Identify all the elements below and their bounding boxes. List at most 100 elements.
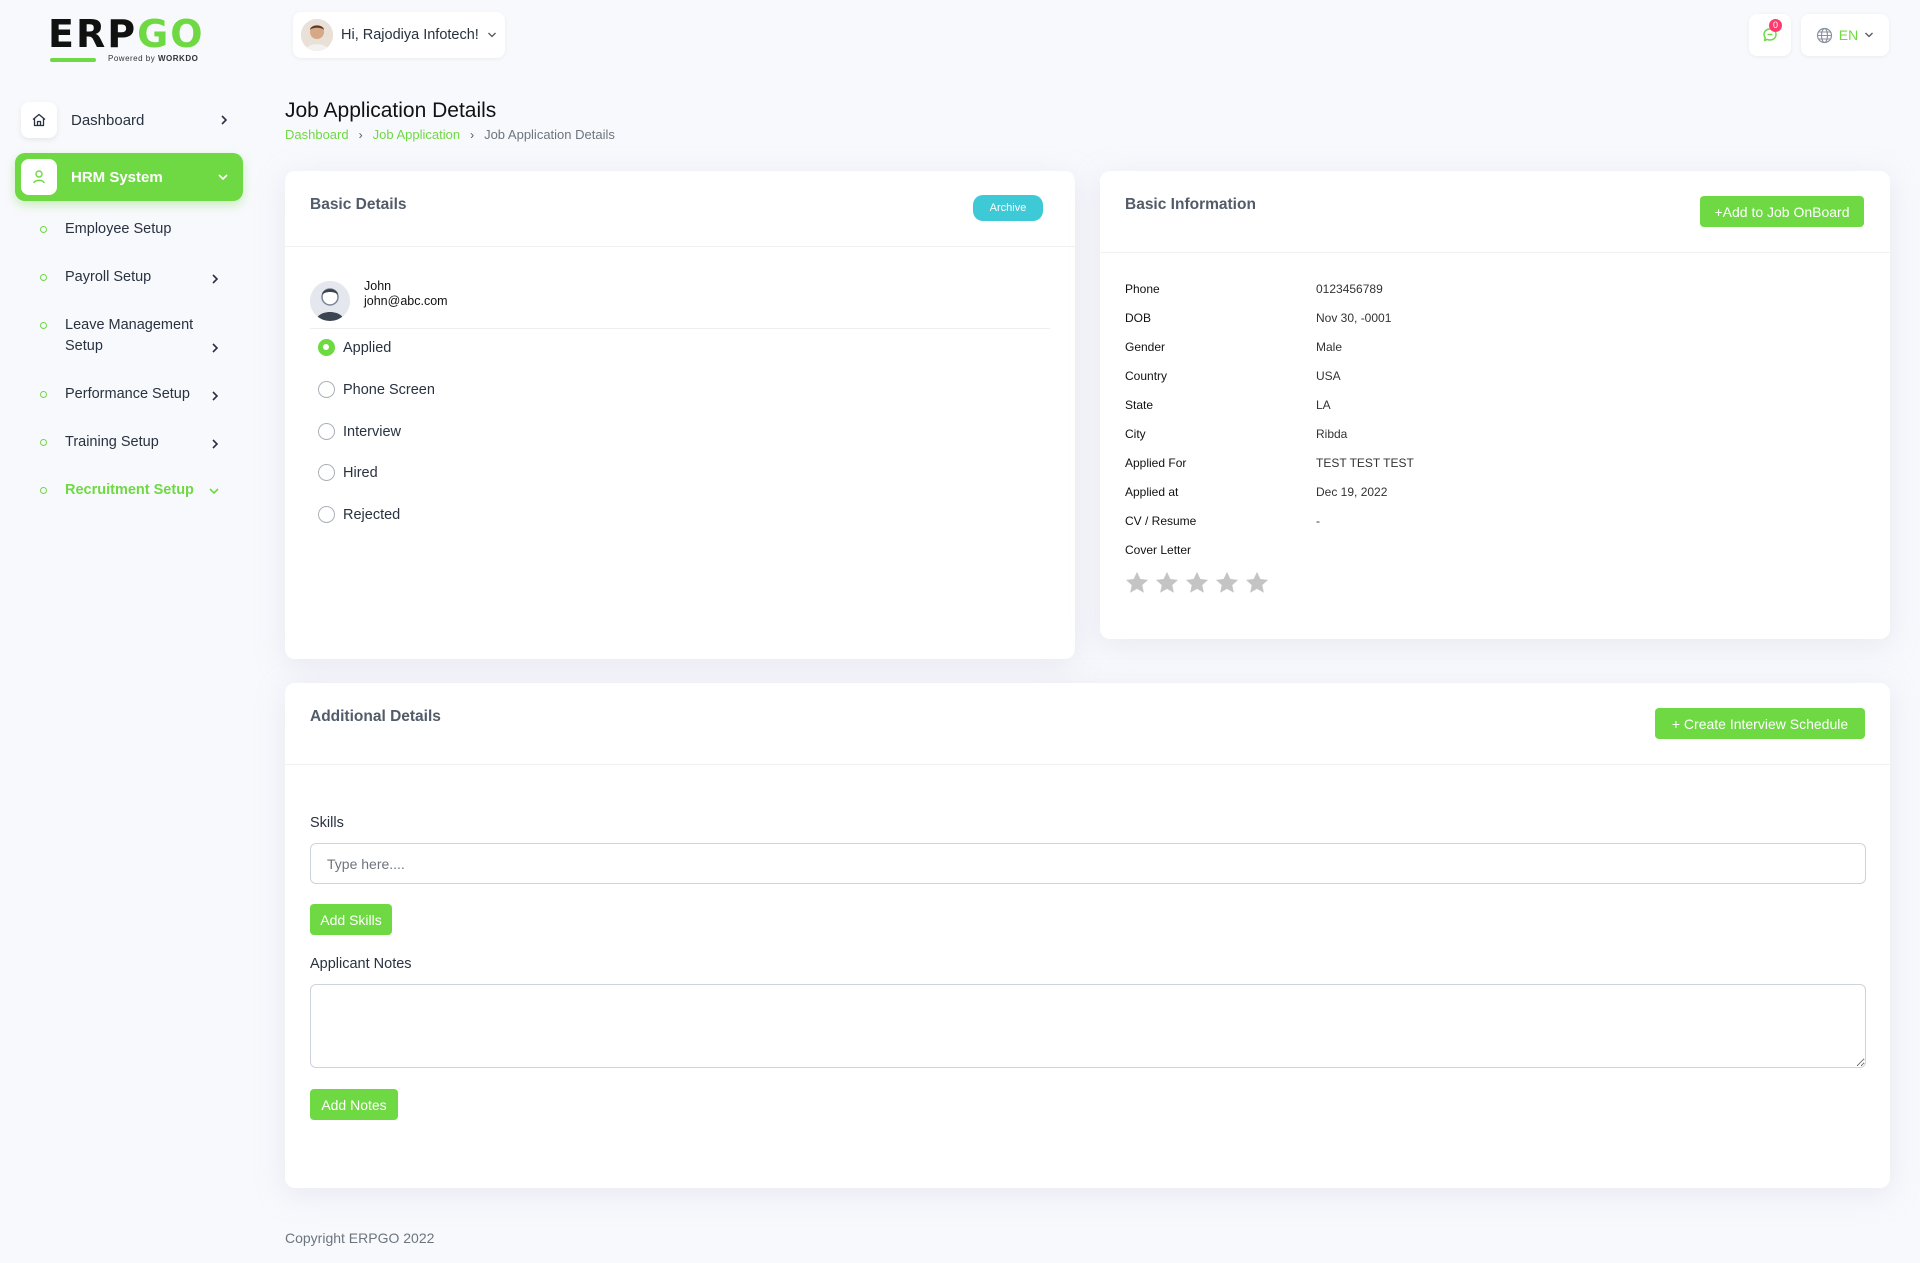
sidebar-item-leave-management-setup[interactable]: Leave Management Setup (40, 315, 240, 357)
stage-label: Hired (343, 464, 378, 481)
applicant-avatar (310, 281, 350, 321)
radio-icon (318, 381, 335, 398)
info-value: - (1316, 514, 1320, 528)
info-label: DOB (1125, 311, 1152, 325)
rating-stars[interactable] (1122, 569, 1272, 597)
sidebar-item-performance-setup[interactable]: Performance Setup (40, 384, 240, 405)
additional-details-card: Additional Details + Create Interview Sc… (285, 683, 1890, 1188)
sidebar-item-recruitment-setup[interactable]: Recruitment Setup (40, 480, 240, 501)
star-icon[interactable] (1182, 569, 1212, 597)
notification-badge: 0 (1769, 19, 1782, 32)
user-menu[interactable]: Hi, Rajodiya Infotech! (293, 12, 505, 58)
archive-button[interactable]: Archive (973, 195, 1043, 221)
stage-hired[interactable]: Hired (318, 464, 378, 481)
info-label: City (1125, 427, 1146, 441)
info-label: CV / Resume (1125, 514, 1197, 528)
chevron-right-icon (221, 115, 228, 125)
sidebar-item-employee-setup[interactable]: Employee Setup (40, 219, 240, 240)
star-icon[interactable] (1212, 569, 1242, 597)
stage-phone-screen[interactable]: Phone Screen (318, 381, 435, 398)
add-notes-button[interactable]: Add Notes (310, 1089, 398, 1120)
info-label: Gender (1125, 340, 1166, 354)
chevron-down-icon (209, 488, 219, 495)
applicant-notes-textarea[interactable] (310, 984, 1866, 1068)
bullet-icon (40, 487, 47, 494)
globe-icon (1816, 27, 1832, 43)
info-value: Dec 19, 2022 (1316, 485, 1388, 499)
card-header: Basic Information +Add to Job OnBoard (1100, 171, 1890, 253)
info-label: Phone (1125, 282, 1160, 296)
info-value: USA (1316, 369, 1341, 383)
applicant-info: John john@abc.com (364, 279, 448, 309)
logo-main-text: ERP (48, 12, 138, 56)
info-label: State (1125, 398, 1154, 412)
bullet-icon (40, 439, 47, 446)
page-title: Job Application Details (285, 99, 497, 122)
applicant-email: john@abc.com (364, 294, 448, 308)
stage-applied[interactable]: Applied (318, 339, 391, 356)
skills-input[interactable] (310, 843, 1866, 884)
stage-label: Interview (343, 423, 402, 440)
chevron-right-icon: › (470, 127, 475, 142)
bullet-icon (40, 322, 47, 329)
language-selector[interactable]: EN (1801, 14, 1889, 56)
basic-information-card: Basic Information +Add to Job OnBoard Ph… (1100, 171, 1890, 639)
star-icon[interactable] (1242, 569, 1272, 597)
breadcrumb-dashboard[interactable]: Dashboard (285, 127, 349, 142)
sidebar-item-hrm-system[interactable]: HRM System (15, 153, 243, 201)
bullet-icon (40, 391, 47, 398)
info-value: Male (1316, 340, 1343, 354)
star-icon[interactable] (1152, 569, 1182, 597)
chevron-down-icon (487, 32, 496, 38)
avatar (301, 19, 333, 51)
bullet-icon (40, 274, 47, 281)
sidebar-item-payroll-setup[interactable]: Payroll Setup (40, 267, 240, 288)
user-greeting: Hi, Rajodiya Infotech! (341, 27, 479, 43)
sidebar-item-label: HRM System (71, 168, 163, 186)
stage-label: Phone Screen (343, 381, 435, 398)
info-label: Cover Letter (1125, 543, 1192, 557)
info-value: Ribda (1316, 427, 1348, 441)
chevron-right-icon (212, 343, 219, 353)
radio-icon (318, 464, 335, 481)
erpgo-logo[interactable]: ERPGO Powered by WORKDO (48, 12, 223, 68)
sidebar-item-training-setup[interactable]: Training Setup (40, 432, 240, 453)
notifications-button[interactable]: 0 (1749, 14, 1791, 56)
info-value: TEST TEST TEST (1316, 456, 1414, 470)
home-icon (21, 102, 57, 138)
info-label: Country (1125, 369, 1168, 383)
bullet-icon (40, 226, 47, 233)
info-value: LA (1316, 398, 1331, 412)
card-title: Additional Details (310, 708, 441, 725)
create-interview-schedule-button[interactable]: + Create Interview Schedule (1655, 708, 1865, 739)
sidebar-item-dashboard[interactable]: Dashboard (15, 96, 243, 144)
logo-accent-text: GO (137, 12, 205, 56)
info-value: Nov 30, -0001 (1316, 311, 1392, 325)
card-header: Additional Details + Create Interview Sc… (285, 683, 1890, 765)
star-icon[interactable] (1122, 569, 1152, 597)
divider (310, 328, 1050, 329)
logo-underline (50, 58, 96, 62)
card-header: Basic Details Archive (285, 171, 1075, 247)
card-title: Basic Details (310, 196, 407, 213)
stage-interview[interactable]: Interview (318, 423, 401, 440)
info-label: Applied For (1125, 456, 1187, 470)
add-to-job-onboard-button[interactable]: +Add to Job OnBoard (1700, 196, 1864, 227)
basic-details-card: Basic Details Archive John john@abc.com … (285, 171, 1075, 659)
info-label: Applied at (1125, 485, 1179, 499)
sidebar: ERPGO Powered by WORKDO Dashboard HRM Sy… (0, 0, 258, 1263)
stage-rejected[interactable]: Rejected (318, 506, 400, 523)
chevron-down-icon (1865, 32, 1874, 38)
chevron-right-icon (212, 439, 219, 449)
radio-checked-icon (318, 339, 335, 356)
logo-powered-by: Powered by WORKDO (108, 54, 199, 63)
add-skills-button[interactable]: Add Skills (310, 904, 392, 935)
applicant-name: John (364, 279, 392, 293)
chevron-down-icon (218, 174, 228, 181)
chevron-right-icon: › (358, 127, 363, 142)
chevron-right-icon (212, 274, 219, 284)
info-value: 0123456789 (1316, 282, 1383, 296)
breadcrumb-job-application[interactable]: Job Application (373, 127, 460, 142)
chevron-right-icon (212, 391, 219, 401)
skills-label: Skills (310, 815, 344, 831)
